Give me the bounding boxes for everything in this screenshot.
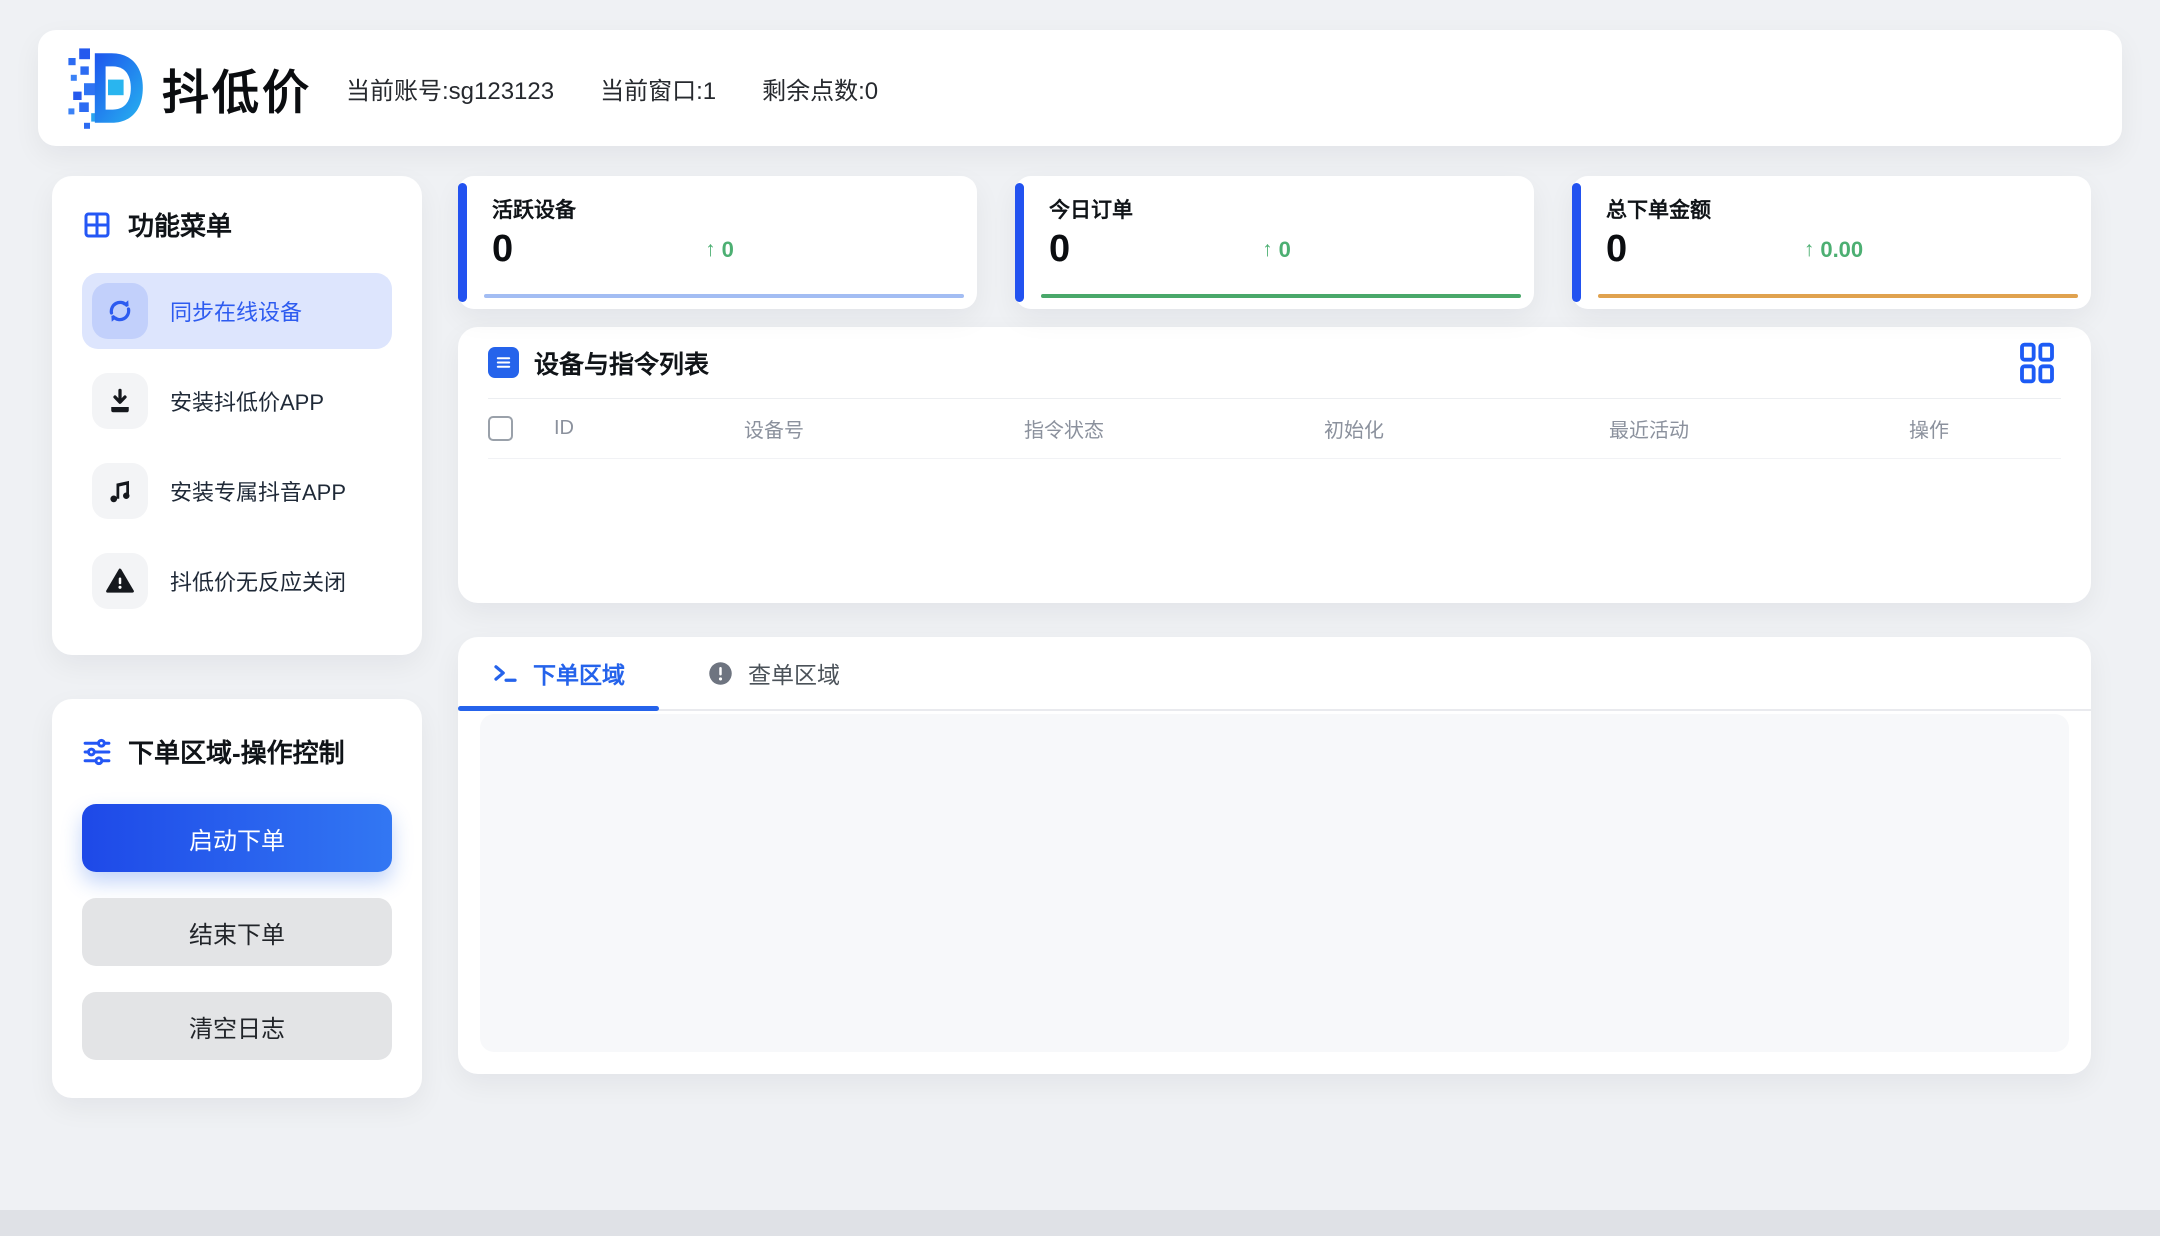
log-output-panel — [480, 714, 2069, 1052]
order-control-title-label: 下单区域-操作控制 — [128, 733, 345, 770]
function-menu-title: 功能菜单 — [82, 206, 392, 243]
stat-delta: ↑ 0.00 — [1804, 237, 1863, 263]
current-window-text: 当前窗口:1 — [600, 71, 716, 106]
stat-underline — [1041, 294, 1521, 298]
main-area: 活跃设备 0 ↑ 0 今日订单 0 ↑ 0 — [458, 176, 2091, 1074]
app-title: 抖低价 — [162, 54, 312, 123]
order-area-card: 下单区域 查单区域 — [458, 637, 2091, 1074]
stat-delta: ↑ 0 — [1262, 237, 1291, 263]
clear-log-button[interactable]: 清空日志 — [82, 992, 392, 1060]
current-account-text: 当前账号:sg123123 — [346, 71, 554, 106]
column-header-init: 初始化 — [1324, 414, 1609, 443]
stat-underline — [1598, 294, 2078, 298]
list-icon — [488, 347, 519, 378]
order-control-title: 下单区域-操作控制 — [82, 733, 392, 770]
device-table-title: 设备与指令列表 — [534, 345, 709, 381]
stat-value: 0 — [492, 228, 513, 271]
stat-card-today-orders: 今日订单 0 ↑ 0 — [1015, 176, 1534, 309]
sidebar-item-install-douyin-app[interactable]: 安装专属抖音APP — [82, 453, 392, 529]
grid-icon — [82, 210, 112, 240]
sidebar-item-install-doudijia-app[interactable]: 安装抖低价APP — [82, 363, 392, 439]
select-all-checkbox[interactable] — [488, 416, 513, 441]
sidebar-item-label: 安装抖低价APP — [170, 385, 324, 417]
stat-value: 0 — [1606, 228, 1627, 271]
music-note-icon — [92, 463, 148, 519]
download-icon — [92, 373, 148, 429]
stat-delta: ↑ 0 — [705, 237, 734, 263]
tab-query-area[interactable]: 查单区域 — [673, 637, 874, 709]
tab-label: 下单区域 — [533, 656, 625, 690]
up-arrow-icon: ↑ — [1262, 238, 1273, 262]
start-order-button[interactable]: 启动下单 — [82, 804, 392, 872]
sidebar-item-force-close[interactable]: 抖低价无反应关闭 — [82, 543, 392, 619]
stop-order-button[interactable]: 结束下单 — [82, 898, 392, 966]
order-control-card: 下单区域-操作控制 启动下单 结束下单 清空日志 — [52, 699, 422, 1098]
stat-title: 总下单金额 — [1606, 194, 2061, 224]
refresh-icon — [92, 283, 148, 339]
terminal-icon — [492, 660, 519, 687]
remaining-points-text: 剩余点数:0 — [762, 71, 878, 106]
alert-circle-icon — [707, 660, 734, 687]
table-empty-body — [488, 459, 2061, 599]
warning-icon — [92, 553, 148, 609]
column-header-id: ID — [554, 417, 744, 440]
column-header-device: 设备号 — [744, 414, 1024, 443]
app-logo-icon — [68, 46, 148, 130]
layout-grid-icon[interactable] — [2013, 337, 2061, 389]
header-bar: 抖低价 当前账号:sg123123 当前窗口:1 剩余点数:0 — [38, 30, 2122, 146]
column-header-command-status: 指令状态 — [1024, 414, 1324, 443]
column-header-actions: 操作 — [1909, 414, 2061, 443]
stat-title: 活跃设备 — [492, 194, 947, 224]
tab-label: 查单区域 — [748, 656, 840, 690]
sidebar-item-label: 同步在线设备 — [170, 295, 302, 327]
sliders-icon — [82, 737, 112, 767]
sidebar-item-sync-devices[interactable]: 同步在线设备 — [82, 273, 392, 349]
up-arrow-icon: ↑ — [705, 238, 716, 262]
sidebar-item-label: 抖低价无反应关闭 — [170, 565, 346, 597]
tab-bar: 下单区域 查单区域 — [458, 637, 2091, 711]
table-header-row: ID 设备号 指令状态 初始化 最近活动 操作 — [488, 399, 2061, 459]
function-menu-title-label: 功能菜单 — [128, 206, 232, 243]
column-header-last-activity: 最近活动 — [1609, 414, 1909, 443]
up-arrow-icon: ↑ — [1804, 238, 1815, 262]
app-logo: 抖低价 — [68, 46, 312, 130]
stat-card-active-devices: 活跃设备 0 ↑ 0 — [458, 176, 977, 309]
stat-underline — [484, 294, 964, 298]
function-menu-card: 功能菜单 同步在线设备 — [52, 176, 422, 655]
stat-title: 今日订单 — [1049, 194, 1504, 224]
sidebar-item-label: 安装专属抖音APP — [170, 475, 346, 507]
stat-value: 0 — [1049, 228, 1070, 271]
tab-order-area[interactable]: 下单区域 — [458, 637, 659, 709]
bottom-strip — [0, 1210, 2160, 1236]
sidebar: 功能菜单 同步在线设备 — [52, 176, 422, 1098]
stat-card-total-amount: 总下单金额 0 ↑ 0.00 — [1572, 176, 2091, 309]
device-table-card: 设备与指令列表 ID 设备号 指令状态 初始化 最近活动 操作 — [458, 327, 2091, 603]
